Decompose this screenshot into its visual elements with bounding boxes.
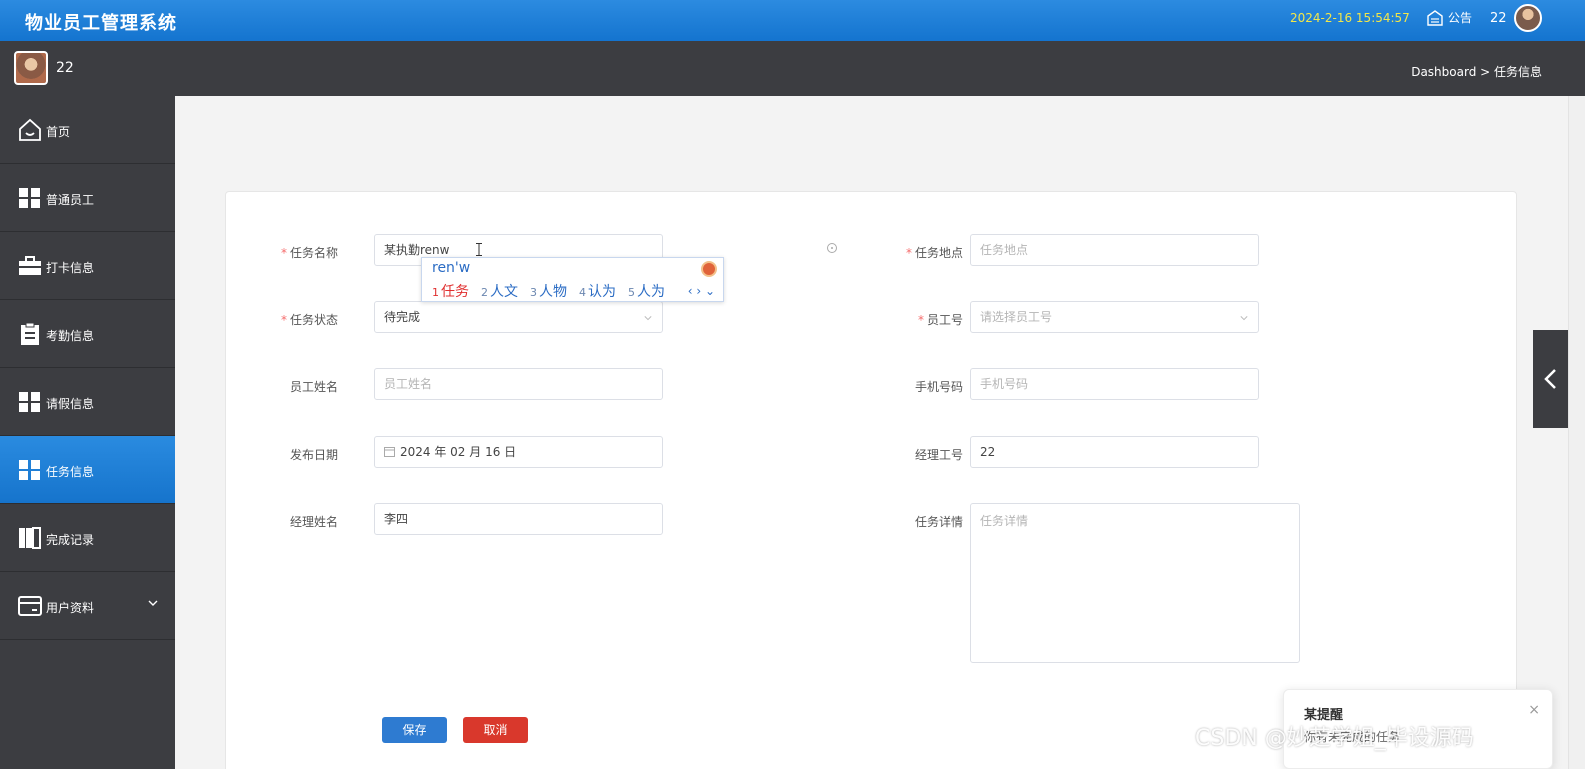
card-icon — [18, 596, 42, 616]
briefcase-icon — [19, 256, 41, 275]
task-status-label: * 任务状态 — [280, 313, 338, 327]
sidebar-item-label: 完成记录 — [46, 533, 95, 547]
task-form: * 任务名称 某执勤renw * 任务地点 任务地点 * 任务状态 待完成 * 员工号 … — [225, 191, 1517, 769]
ime-page-nav[interactable]: ‹ › ⌄ — [688, 284, 715, 298]
chevron-down-icon — [1240, 316, 1248, 321]
sidebar-item-records[interactable]: 完成记录 — [0, 504, 175, 572]
save-button[interactable]: 保存 — [382, 717, 447, 743]
notice-button[interactable]: 公告 — [1426, 9, 1472, 26]
employee-no-select[interactable]: 请选择员工号 — [970, 301, 1259, 333]
notice-icon — [1427, 9, 1443, 26]
grid-icon — [19, 392, 40, 412]
task-status-select[interactable]: 待完成 — [374, 301, 663, 333]
sidebar-item-clockin[interactable]: 打卡信息 — [0, 232, 175, 300]
task-status-value: 待完成 — [384, 310, 421, 324]
breadcrumb[interactable]: Dashboard > 任务信息 — [1411, 63, 1542, 80]
close-icon[interactable]: × — [1528, 702, 1540, 718]
grid-icon — [19, 460, 40, 480]
phone-label: 手机号码 — [914, 380, 963, 394]
manager-no-label: 经理工号 — [914, 448, 963, 462]
header-username[interactable]: 22 — [1490, 11, 1507, 26]
task-name-label: * 任务名称 — [280, 246, 338, 260]
ime-logo-icon — [701, 261, 717, 277]
ime-candidate[interactable]: 1 任务 — [432, 281, 469, 301]
task-detail-textarea[interactable]: 任务详情 — [970, 503, 1300, 663]
employee-no-placeholder: 请选择员工号 — [980, 310, 1053, 324]
sidebar-item-label: 用户资料 — [46, 601, 95, 615]
manager-name-label: 经理姓名 — [289, 515, 338, 529]
phone-input[interactable]: 手机号码 — [970, 368, 1259, 400]
ime-candidates: 1 任务 2 人文 3 人物 4 认为 5 人为 — [432, 281, 665, 301]
sidebar-item-home[interactable]: 首页 — [0, 96, 175, 164]
employee-name-input[interactable]: 员工姓名 — [374, 368, 663, 400]
manager-no-input[interactable]: 22 — [970, 436, 1259, 468]
header-avatar[interactable] — [1514, 4, 1542, 32]
publish-date-value: 2024 年 02 月 16 日 — [400, 445, 517, 459]
vertical-scrollbar[interactable] — [1568, 96, 1585, 769]
user-bar: 22 Dashboard > 任务信息 — [0, 41, 1585, 96]
sidebar-item-profile[interactable]: 用户资料 — [0, 572, 175, 640]
chevron-left-icon — [1544, 369, 1556, 389]
user-name: 22 — [56, 60, 74, 76]
ime-candidate[interactable]: 5 人为 — [628, 281, 665, 301]
sidebar-item-label: 打卡信息 — [46, 261, 95, 275]
chevron-down-icon — [148, 600, 158, 606]
calendar-icon — [384, 447, 395, 457]
publish-date-input[interactable]: 2024 年 02 月 16 日 — [374, 436, 663, 468]
notice-label: 公告 — [1448, 11, 1473, 25]
sidebar-item-tasks[interactable]: 任务信息 — [0, 436, 175, 504]
sidebar: 首页 普通员工 打卡信息 考勤信息 请假信息 任务信息 完成记录 用户资料 — [0, 96, 175, 769]
ime-candidate[interactable]: 2 人文 — [481, 281, 518, 301]
task-detail-label: 任务详情 — [914, 515, 963, 529]
datetime: 2024-2-16 15:54:57 — [1290, 11, 1410, 25]
chevron-down-icon — [644, 316, 652, 321]
side-panel-toggle[interactable] — [1533, 330, 1568, 428]
clipboard-icon — [21, 322, 39, 345]
clear-icon[interactable] — [827, 243, 837, 253]
sidebar-item-label: 请假信息 — [46, 397, 95, 411]
ime-candidate[interactable]: 3 人物 — [530, 281, 567, 301]
publish-date-label: 发布日期 — [289, 448, 338, 462]
ime-candidate-popup: ren'w 1 任务 2 人文 3 人物 4 认为 5 人为 ‹ › ⌄ — [421, 257, 724, 302]
ime-pinyin: ren'w — [432, 260, 471, 276]
text-cursor-icon — [476, 243, 482, 256]
app-title: 物业员工管理系统 — [25, 13, 177, 34]
top-header: 物业员工管理系统 2024-2-16 15:54:57 公告 22 — [0, 0, 1585, 41]
sidebar-item-label: 任务信息 — [46, 465, 95, 479]
book-icon — [19, 527, 41, 549]
task-location-input[interactable]: 任务地点 — [970, 234, 1259, 266]
sidebar-item-staff[interactable]: 普通员工 — [0, 164, 175, 232]
user-avatar — [14, 51, 48, 85]
sidebar-item-label: 普通员工 — [46, 193, 95, 207]
grid-icon — [19, 188, 40, 208]
employee-name-label: 员工姓名 — [289, 380, 338, 394]
main-content: * 任务名称 某执勤renw * 任务地点 任务地点 * 任务状态 待完成 * 员工号 … — [175, 96, 1568, 769]
sidebar-item-label: 首页 — [46, 125, 71, 139]
sidebar-item-attendance[interactable]: 考勤信息 — [0, 300, 175, 368]
manager-name-input[interactable]: 李四 — [374, 503, 663, 535]
ime-candidate[interactable]: 4 认为 — [579, 281, 616, 301]
home-icon — [19, 118, 41, 141]
sidebar-item-leave[interactable]: 请假信息 — [0, 368, 175, 436]
cancel-button[interactable]: 取消 — [463, 717, 528, 743]
employee-no-label: * 员工号 — [917, 313, 963, 327]
task-location-label: * 任务地点 — [905, 246, 963, 260]
sidebar-item-label: 考勤信息 — [46, 329, 95, 343]
watermark: CSDN @妙芝学姐_毕设源码 — [1195, 726, 1474, 751]
